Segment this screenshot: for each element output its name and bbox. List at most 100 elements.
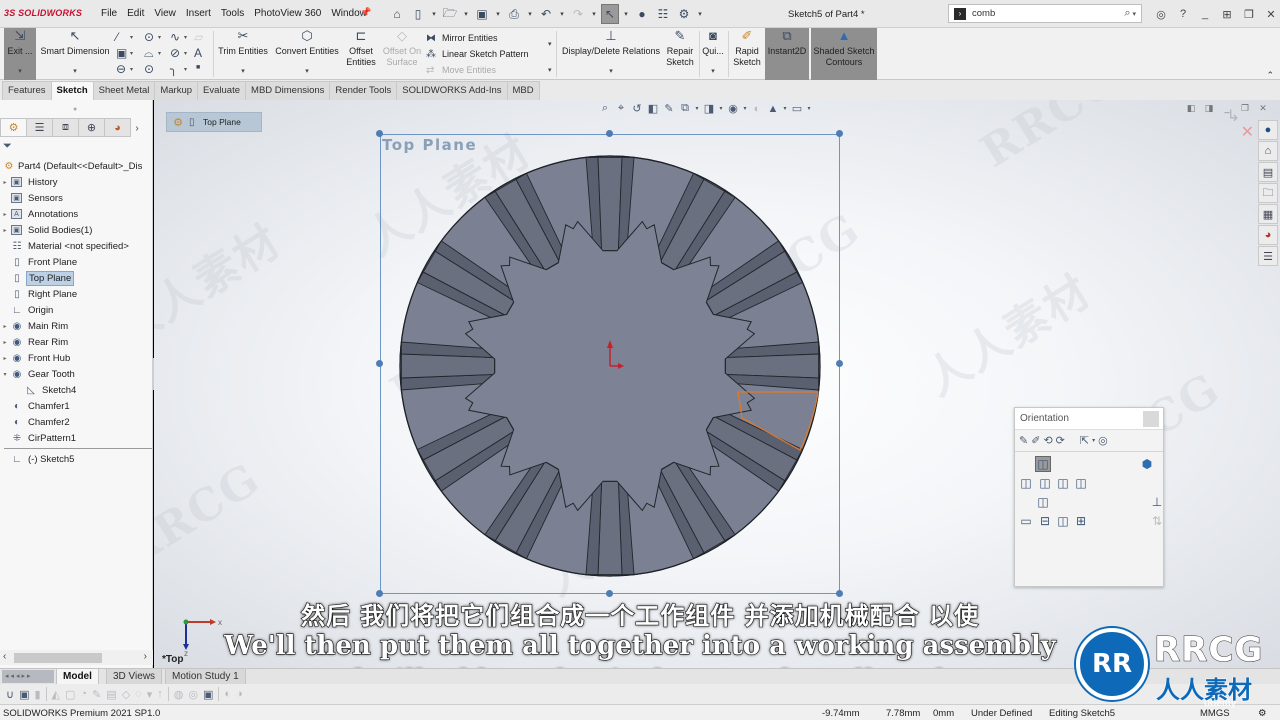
redo-icon[interactable]: ↷ <box>569 4 587 24</box>
home-icon[interactable]: ⌂ <box>1258 141 1278 161</box>
appearances-icon[interactable]: ◕ <box>1258 225 1278 245</box>
tree-item-top-plane[interactable]: ▯ Top Plane <box>0 270 153 286</box>
move-dropdown-icon[interactable]: ▾ <box>548 66 552 74</box>
configurationmanager-tab-icon[interactable]: ⧈ <box>52 118 79 137</box>
tab-model[interactable]: Model <box>56 669 99 685</box>
tree-item-solid-bodies-1[interactable]: ▸ ▣ Solid Bodies(1) <box>0 222 153 238</box>
right-pane-icon[interactable]: ◨ <box>1202 103 1216 114</box>
redo-dropdown-icon[interactable]: ▾ <box>590 10 598 18</box>
tab-features[interactable]: Features <box>2 81 52 100</box>
new-dropdown-icon[interactable]: ▾ <box>430 10 438 18</box>
chevron-down-icon[interactable]: ▾ <box>305 66 309 77</box>
dynamic-annotation-icon[interactable]: ✎ <box>662 102 676 115</box>
offset-entities-button[interactable]: ⊏ Offset Entities <box>344 28 378 80</box>
circle-dropdown-icon[interactable]: ▾ <box>158 34 161 41</box>
solidworks-logo[interactable]: 3S SOLIDWORKS <box>4 8 82 18</box>
chevron-down-icon[interactable]: ▾ <box>742 105 748 112</box>
tree-item-gear-tooth[interactable]: ▾ ◉ Gear Tooth <box>0 366 153 382</box>
tree-item-chamfer1[interactable]: ◐ Chamfer1 <box>0 398 153 414</box>
line-dropdown-icon[interactable]: ▾ <box>130 34 133 41</box>
zoom-to-area-icon[interactable]: ⌖ <box>614 102 628 115</box>
status-settings-icon[interactable]: ⚙ <box>1258 708 1267 719</box>
ellipse-dropdown-icon[interactable]: ▾ <box>184 50 187 57</box>
rebuild-icon[interactable]: ● <box>633 4 651 24</box>
tree-item-right-plane[interactable]: ▯ Right Plane <box>0 286 153 302</box>
tree-item-annotations[interactable]: ▸ A Annotations <box>0 206 153 222</box>
gear-model[interactable] <box>398 154 822 578</box>
fit-icon[interactable]: ▣ <box>203 688 213 701</box>
chevron-down-icon[interactable]: ▾ <box>694 105 700 112</box>
chevron-down-icon[interactable]: ▾ <box>18 66 22 77</box>
plane-handle[interactable] <box>606 130 613 137</box>
left-pane-icon[interactable]: ◧ <box>1184 103 1198 114</box>
save-dropdown-icon[interactable]: ▾ <box>494 10 502 18</box>
plane-handle[interactable] <box>836 360 843 367</box>
home-icon[interactable]: ⌂ <box>388 4 406 24</box>
viewport-restore-button[interactable]: ❐ <box>1238 103 1252 114</box>
display-delete-relations-button[interactable]: ⊥ Display/Delete Relations ▾ <box>560 28 662 80</box>
magnet-icon[interactable]: ∪ <box>6 688 14 701</box>
menu-file[interactable]: File <box>96 8 122 19</box>
pin-dialog-button[interactable] <box>1143 411 1159 427</box>
display-style-icon[interactable]: ◨ <box>702 102 716 115</box>
tile-button[interactable]: ⊞ <box>1216 5 1238 23</box>
isometric-cube-icon[interactable]: ⬢ <box>1139 456 1155 472</box>
view-cube-icon[interactable]: ◎ <box>1098 434 1108 447</box>
linear-sketch-pattern-button[interactable]: ⁂ Linear Sketch Pattern <box>426 46 556 62</box>
polygon-icon[interactable]: ⊙ <box>144 62 154 76</box>
expand-arrow-icon[interactable]: ▸ <box>0 323 10 330</box>
part-icon[interactable]: ⚙ <box>167 116 189 129</box>
restore-button[interactable]: ❐ <box>1238 5 1260 23</box>
select-dropdown-icon[interactable]: ▾ <box>622 10 630 18</box>
tree-item-cirpattern1[interactable]: ⁜ CirPattern1 <box>0 430 153 446</box>
help-icon[interactable]: ? <box>1172 5 1194 23</box>
print-dropdown-icon[interactable]: ▾ <box>526 10 534 18</box>
single-view-icon[interactable]: ▭ <box>1018 513 1034 529</box>
viewport-close-button[interactable]: ✕ <box>1256 103 1270 114</box>
rapid-sketch-button[interactable]: ✐ Rapid Sketch <box>731 28 763 80</box>
expand-arrow-icon[interactable]: ▸ <box>0 355 10 362</box>
rectangle-dropdown-icon[interactable]: ▾ <box>130 50 133 57</box>
tab-navigation-arrows[interactable]: ◂◂◂▸▸ <box>2 670 54 683</box>
section-view-icon[interactable]: ◧ <box>646 102 660 115</box>
view-selector-icon[interactable]: ⟳ <box>1056 434 1065 447</box>
shaded-sketch-contours-button[interactable]: ▲ Shaded Sketch Contours <box>811 28 877 80</box>
view-bottom-icon[interactable]: ◫ <box>1035 494 1051 510</box>
expand-arrow-icon[interactable]: ▸ <box>0 211 10 218</box>
tab-motion-study[interactable]: Motion Study 1 <box>165 669 246 685</box>
rectangle-icon[interactable]: ▣ <box>116 46 127 60</box>
select-pointer-icon[interactable]: ↖ <box>601 4 619 24</box>
search-value[interactable]: comb <box>972 8 1124 19</box>
chevron-down-icon[interactable]: ▾ <box>1092 437 1095 444</box>
view-orientation-icon[interactable]: ⧉ <box>678 102 692 115</box>
four-view-icon[interactable]: ⊞ <box>1073 513 1089 529</box>
tree-item-main-rim[interactable]: ▸ ◉ Main Rim <box>0 318 153 334</box>
undo-icon[interactable]: ↶ <box>537 4 555 24</box>
open-icon[interactable]: 🗁 <box>441 4 459 24</box>
circle-icon[interactable]: ⊙ <box>144 30 154 44</box>
spline-dropdown-icon[interactable]: ▾ <box>184 34 187 41</box>
chevron-down-icon[interactable]: ▾ <box>782 105 788 112</box>
options-gear-icon[interactable]: ⚙ <box>675 4 693 24</box>
expand-arrow-icon[interactable]: ▸ <box>0 227 10 234</box>
plane-icon[interactable]: ▱ <box>194 30 203 44</box>
options-dropdown-icon[interactable]: ▾ <box>696 10 704 18</box>
ellipse-icon[interactable]: ⊘ <box>170 46 180 60</box>
tab-mbd-dimensions[interactable]: MBD Dimensions <box>245 81 331 100</box>
tab-3d-views[interactable]: 3D Views <box>106 669 163 685</box>
tree-item-front-plane[interactable]: ▯ Front Plane <box>0 254 153 270</box>
plane-handle[interactable] <box>376 130 383 137</box>
filter-icon[interactable]: ⏷ <box>3 140 12 153</box>
pin-menu-icon[interactable]: 📌 <box>360 7 371 18</box>
tree-item-rear-rim[interactable]: ▸ ◉ Rear Rim <box>0 334 153 350</box>
tree-item-origin[interactable]: ∟ Origin <box>0 302 153 318</box>
panel-grip-icon[interactable]: ● <box>73 106 77 113</box>
exit-sketch-button[interactable]: ⇲ Exit ... ▾ <box>4 28 36 80</box>
search-dropdown-icon[interactable]: ▾ <box>1132 10 1136 18</box>
tab-sketch[interactable]: Sketch <box>50 81 94 100</box>
collapse-arrow-icon[interactable]: ▾ <box>0 371 10 378</box>
two-view-horizontal-icon[interactable]: ⊟ <box>1037 513 1053 529</box>
move-entities-button[interactable]: ⇄ Move Entities <box>426 62 556 78</box>
expand-arrow-icon[interactable]: ▸ <box>0 179 10 186</box>
fillet-dropdown-icon[interactable]: ▾ <box>184 66 187 73</box>
